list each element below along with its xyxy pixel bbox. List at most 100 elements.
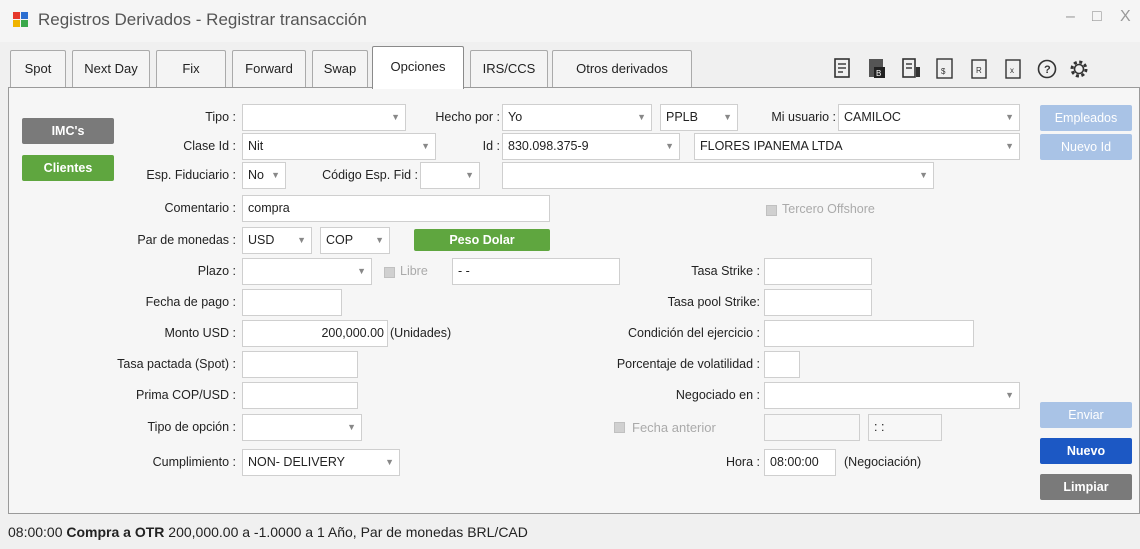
- tasa-pool-strike-label: Tasa pool Strike:: [667, 295, 760, 309]
- file-r-icon[interactable]: R: [968, 57, 990, 81]
- window-title: Registros Derivados - Registrar transacc…: [38, 10, 367, 29]
- fecha-pago-label: Fecha de pago :: [145, 295, 236, 309]
- chevron-down-icon: ▼: [391, 112, 400, 122]
- id-select[interactable]: 830.098.375-9 ▼: [502, 133, 680, 160]
- monto-usd-input[interactable]: 200,000.00: [242, 320, 388, 347]
- cumplimiento-select[interactable]: NON- DELIVERY ▼: [242, 449, 400, 476]
- mi-usuario-select[interactable]: CAMILOC ▼: [838, 104, 1020, 131]
- clase-id-value: Nit: [248, 139, 264, 153]
- negociado-en-label: Negociado en :: [675, 388, 760, 402]
- tab-spot[interactable]: Spot: [10, 50, 66, 87]
- esp-fiduciario-value: No: [248, 168, 264, 182]
- tab-opciones[interactable]: Opciones: [372, 46, 464, 89]
- clase-id-select[interactable]: Nit ▼: [242, 133, 436, 160]
- nuevo-button[interactable]: Nuevo: [1040, 438, 1132, 464]
- limpiar-button[interactable]: Limpiar: [1040, 474, 1132, 500]
- tasa-pool-strike-input[interactable]: [764, 289, 872, 316]
- report-icon[interactable]: [900, 57, 922, 81]
- svg-text:B: B: [876, 69, 881, 78]
- enviar-button[interactable]: Enviar: [1040, 402, 1132, 428]
- negociado-en-select[interactable]: ▼: [764, 382, 1020, 409]
- svg-text:R: R: [976, 66, 982, 75]
- tab-otros-derivados[interactable]: Otros derivados: [552, 50, 692, 87]
- tab-swap[interactable]: Swap: [312, 50, 368, 87]
- window: Registros Derivados - Registrar transacc…: [0, 0, 1140, 549]
- plazo-select[interactable]: ▼: [242, 258, 372, 285]
- par-monedas-label: Par de monedas :: [137, 233, 236, 247]
- tab-next-day[interactable]: Next Day: [72, 50, 150, 87]
- moneda1-select[interactable]: USD ▼: [242, 227, 312, 254]
- comentario-input[interactable]: compra: [242, 195, 550, 222]
- hecho-por-select[interactable]: Yo ▼: [502, 104, 652, 131]
- fecha-anterior-input[interactable]: [764, 414, 860, 441]
- chevron-down-icon: ▼: [375, 235, 384, 245]
- document-list-icon[interactable]: [832, 57, 854, 81]
- svg-text:x: x: [1010, 66, 1014, 75]
- minimize-button[interactable]: –: [1066, 8, 1075, 26]
- spreadsheet-icon[interactable]: $: [934, 57, 956, 81]
- porcentaje-volatilidad-input[interactable]: [764, 351, 800, 378]
- tipo-opcion-label: Tipo de opción :: [147, 420, 236, 434]
- status-line: 08:00:00 Compra a OTR 200,000.00 a -1.00…: [8, 524, 528, 540]
- help-icon[interactable]: ?: [1036, 57, 1058, 81]
- hora-input[interactable]: 08:00:00: [764, 449, 836, 476]
- monto-usd-label: Monto USD :: [164, 326, 236, 340]
- hecho-por-value: Yo: [508, 110, 523, 124]
- id-value: 830.098.375-9: [508, 139, 589, 153]
- pdf-icon[interactable]: B: [866, 57, 888, 81]
- tipo-select[interactable]: ▼: [242, 104, 406, 131]
- moneda2-select[interactable]: COP ▼: [320, 227, 390, 254]
- chevron-down-icon: ▼: [919, 170, 928, 180]
- fecha-anterior-hora-input[interactable]: : :: [868, 414, 942, 441]
- chevron-down-icon: ▼: [1005, 141, 1014, 151]
- clase-id-label: Clase Id :: [183, 139, 236, 153]
- maximize-button[interactable]: □: [1092, 8, 1102, 26]
- mi-usuario-value: CAMILOC: [844, 110, 901, 124]
- chevron-down-icon: ▼: [637, 112, 646, 122]
- tasa-strike-input[interactable]: [764, 258, 872, 285]
- codigo-esp-fid-select[interactable]: ▼: [420, 162, 480, 189]
- file-x-icon[interactable]: x: [1002, 57, 1024, 81]
- tasa-pactada-input[interactable]: [242, 351, 358, 378]
- razon-social-select[interactable]: FLORES IPANEMA LTDA ▼: [694, 133, 1020, 160]
- chevron-down-icon: ▼: [385, 457, 394, 467]
- tab-fix[interactable]: Fix: [156, 50, 226, 87]
- svg-text:$: $: [941, 67, 946, 76]
- tercero-offshore-checkbox[interactable]: [766, 205, 777, 216]
- tasa-pactada-label: Tasa pactada (Spot) :: [117, 357, 236, 371]
- mi-usuario-label: Mi usuario :: [771, 110, 836, 124]
- fecha-pago-input[interactable]: [242, 289, 342, 316]
- tab-forward[interactable]: Forward: [232, 50, 306, 87]
- tipo-opcion-select[interactable]: ▼: [242, 414, 362, 441]
- app-logo-icon: [13, 12, 28, 27]
- chevron-down-icon: ▼: [271, 170, 280, 180]
- unidades-label: (Unidades): [390, 326, 452, 340]
- pplb-value: PPLB: [666, 110, 698, 124]
- fecha-anterior-label: Fecha anterior: [632, 420, 716, 435]
- gear-icon[interactable]: [1068, 57, 1090, 81]
- status-operation: Compra a OTR: [66, 524, 165, 540]
- peso-dolar-button[interactable]: Peso Dolar: [414, 229, 550, 251]
- comentario-label: Comentario :: [164, 201, 236, 215]
- codigo-descripcion-select[interactable]: ▼: [502, 162, 934, 189]
- prima-input[interactable]: [242, 382, 358, 409]
- clientes-button[interactable]: Clientes: [22, 155, 114, 181]
- fecha-anterior-checkbox[interactable]: [614, 422, 625, 433]
- svg-text:?: ?: [1044, 64, 1051, 76]
- esp-fiduciario-select[interactable]: No ▼: [242, 162, 286, 189]
- nuevo-id-button[interactable]: Nuevo Id: [1040, 134, 1132, 160]
- chevron-down-icon: ▼: [665, 141, 674, 151]
- razon-social-value: FLORES IPANEMA LTDA: [700, 139, 843, 153]
- libre-fecha-input[interactable]: - -: [452, 258, 620, 285]
- porcentaje-volatilidad-label: Porcentaje de volatilidad :: [616, 357, 760, 371]
- hecho-por-label: Hecho por :: [435, 110, 500, 124]
- condicion-ejercicio-input[interactable]: [764, 320, 974, 347]
- tab-irs-ccs[interactable]: IRS/CCS: [470, 50, 548, 87]
- imcs-button[interactable]: IMC's: [22, 118, 114, 144]
- close-button[interactable]: X: [1120, 8, 1131, 26]
- tasa-strike-label: Tasa Strike :: [691, 264, 760, 278]
- tercero-offshore-label: Tercero Offshore: [782, 202, 875, 216]
- pplb-select[interactable]: PPLB ▼: [660, 104, 738, 131]
- libre-checkbox[interactable]: [384, 267, 395, 278]
- empleados-button[interactable]: Empleados: [1040, 105, 1132, 131]
